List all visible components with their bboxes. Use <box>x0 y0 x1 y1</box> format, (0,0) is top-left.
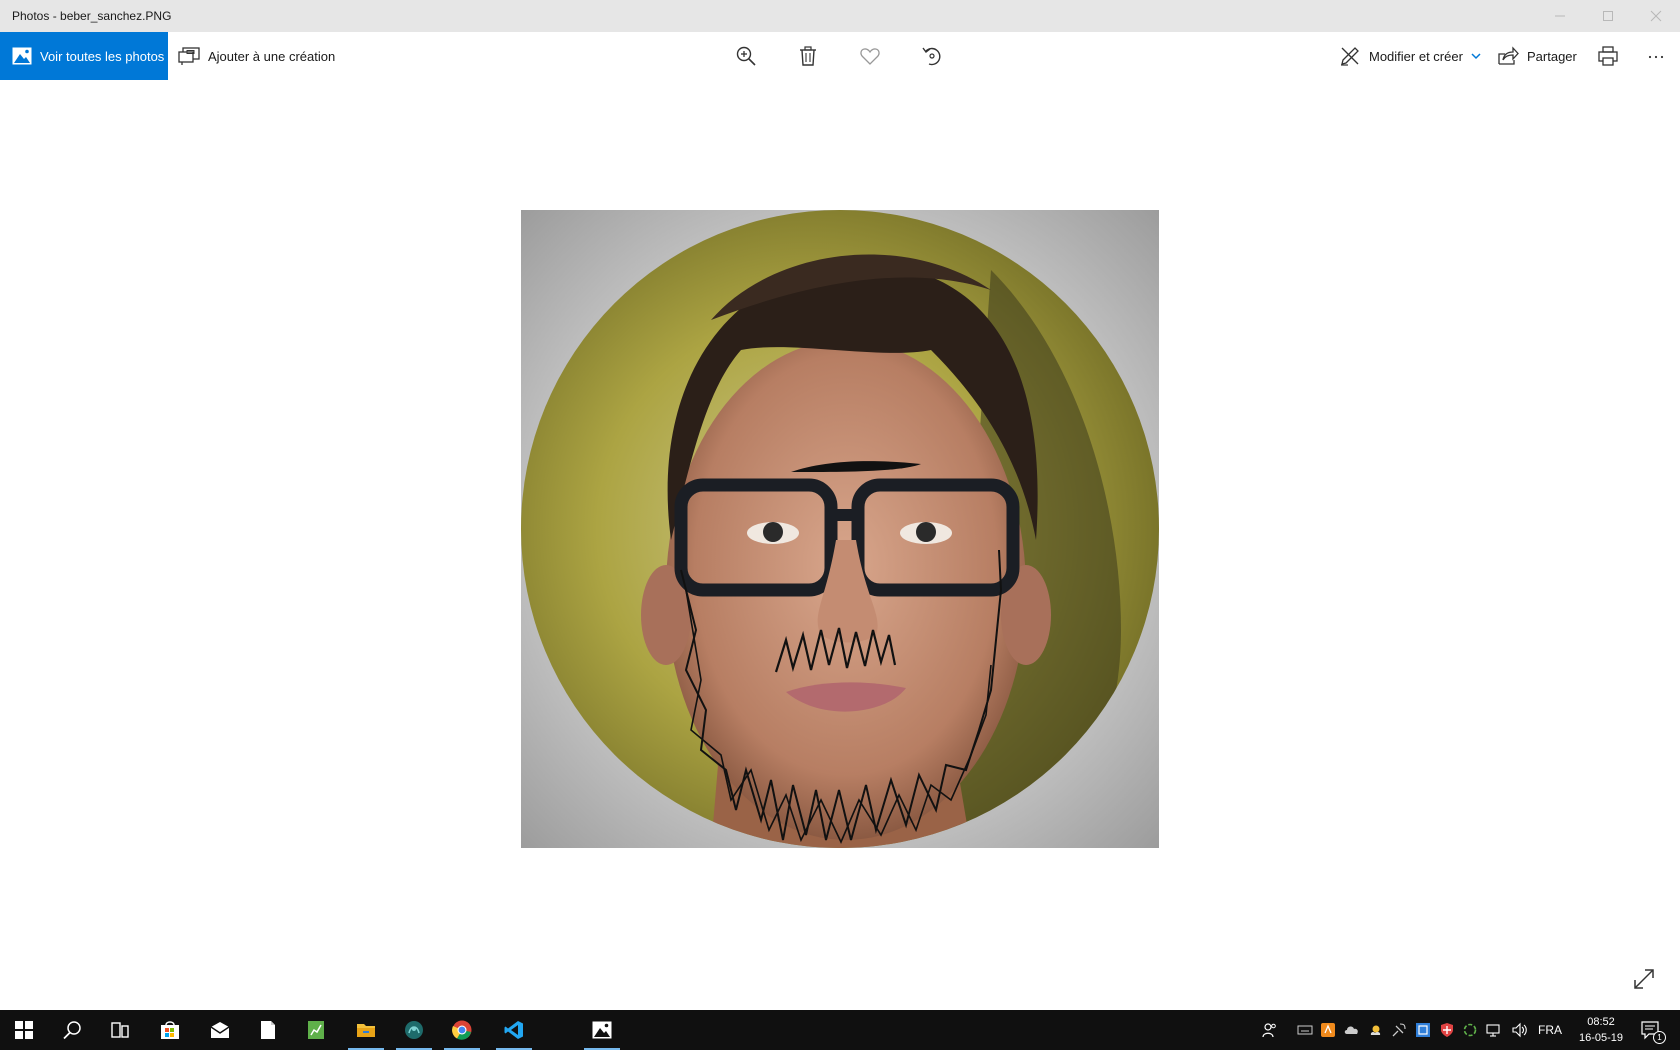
cloud-icon <box>1344 1026 1358 1034</box>
taskbar-vscode[interactable] <box>490 1010 538 1050</box>
start-icon <box>15 1021 33 1039</box>
zoom-button[interactable] <box>726 42 766 70</box>
add-to-creation-button[interactable]: Ajouter à une création <box>178 32 335 80</box>
command-bar: Voir toutes les photos Ajouter à une cré… <box>0 32 1680 80</box>
taskbar-spreadsheet[interactable] <box>292 1010 340 1050</box>
tray-keyboard[interactable] <box>1296 1021 1314 1039</box>
taskbar: FRA 08:52 16-05-19 1 <box>0 1010 1680 1050</box>
store-icon <box>161 1021 179 1039</box>
taskbar-chrome[interactable] <box>438 1010 486 1050</box>
tray-network-alt[interactable] <box>1390 1021 1408 1039</box>
printer-icon <box>1598 46 1618 66</box>
edit-pencil-icon <box>1341 47 1359 66</box>
tray-volume[interactable] <box>1511 1021 1529 1039</box>
network-icon <box>1486 1024 1500 1037</box>
view-all-photos-label: Voir toutes les photos <box>40 48 165 64</box>
photo-viewer-image[interactable] <box>521 210 1159 848</box>
photos-icon <box>592 1021 612 1039</box>
search-button[interactable] <box>48 1010 96 1050</box>
maximize-button[interactable] <box>1584 0 1632 32</box>
photo-gallery-icon <box>12 47 32 65</box>
chrome-icon <box>452 1020 472 1040</box>
minimize-icon <box>1555 15 1565 17</box>
weather-icon <box>1370 1025 1381 1035</box>
taskbar-mail[interactable] <box>196 1010 244 1050</box>
taskbar-app[interactable] <box>390 1010 438 1050</box>
rotate-icon <box>922 47 941 66</box>
share-label: Partager <box>1527 48 1577 64</box>
tray-app-orange[interactable] <box>1319 1021 1337 1039</box>
title-bar: Photos - beber_sanchez.PNG <box>0 0 1680 32</box>
search-icon <box>63 1021 81 1040</box>
fullscreen-expand-icon[interactable] <box>1631 966 1657 992</box>
share-button[interactable]: Partager <box>1497 32 1577 80</box>
shield-icon <box>1441 1023 1453 1037</box>
people-icon <box>1262 1023 1276 1038</box>
chevron-down-icon <box>1471 53 1481 60</box>
tray-sync[interactable] <box>1461 1021 1479 1039</box>
ellipsis-icon <box>1648 55 1664 59</box>
minimize-button[interactable] <box>1536 0 1584 32</box>
spreadsheet-icon <box>308 1021 324 1039</box>
edit-and-create-label: Modifier et créer <box>1369 48 1463 64</box>
satellite-icon <box>1392 1023 1406 1037</box>
action-center-button[interactable]: 1 <box>1636 1018 1666 1044</box>
orange-app-icon <box>1321 1023 1335 1037</box>
start-button[interactable] <box>0 1010 48 1050</box>
document-icon <box>261 1021 275 1039</box>
view-all-photos-button[interactable]: Voir toutes les photos <box>0 32 168 80</box>
notification-count-badge: 1 <box>1653 1031 1666 1044</box>
mail-icon <box>210 1022 230 1038</box>
input-language-indicator[interactable]: FRA <box>1538 1023 1562 1037</box>
window-title: Photos - beber_sanchez.PNG <box>12 9 172 23</box>
close-button[interactable] <box>1632 0 1680 32</box>
tray-blue-app[interactable] <box>1414 1021 1432 1039</box>
zoom-in-icon <box>736 46 756 66</box>
edit-and-create-menu[interactable]: Modifier et créer <box>1339 32 1481 80</box>
task-view-icon <box>111 1022 129 1038</box>
sync-icon <box>1463 1023 1477 1037</box>
speaker-icon <box>1512 1022 1527 1038</box>
tray-onedrive[interactable] <box>1343 1021 1361 1039</box>
clock-time: 08:52 <box>1587 1016 1615 1028</box>
close-icon <box>1650 10 1662 22</box>
tray-weather[interactable] <box>1367 1021 1385 1039</box>
blue-app-icon <box>1416 1023 1430 1037</box>
more-options-button[interactable] <box>1636 42 1676 70</box>
taskbar-store[interactable] <box>146 1010 194 1050</box>
portrait-photo <box>521 210 1159 848</box>
add-to-creation-icon <box>178 47 200 65</box>
taskbar-photos[interactable] <box>578 1010 626 1050</box>
system-clock[interactable]: 08:52 16-05-19 <box>1570 1014 1632 1046</box>
rotate-button[interactable] <box>912 42 952 70</box>
keyboard-icon <box>1297 1025 1313 1035</box>
share-icon <box>1498 46 1519 65</box>
vscode-icon <box>504 1021 523 1039</box>
delete-button[interactable] <box>788 42 828 70</box>
clock-date: 16-05-19 <box>1578 1032 1624 1044</box>
maximize-icon <box>1603 11 1613 21</box>
file-explorer-icon <box>357 1024 375 1037</box>
add-to-creation-label: Ajouter à une création <box>208 48 336 64</box>
taskbar-file-explorer[interactable] <box>342 1010 390 1050</box>
people-button[interactable] <box>1260 1021 1278 1039</box>
heart-icon <box>860 48 880 65</box>
tray-network[interactable] <box>1485 1021 1503 1039</box>
tray-security[interactable] <box>1438 1021 1456 1039</box>
taskbar-document[interactable] <box>244 1010 292 1050</box>
task-view-button[interactable] <box>96 1010 144 1050</box>
print-button[interactable] <box>1588 42 1628 70</box>
app-icon <box>405 1021 423 1039</box>
favorite-button[interactable] <box>850 42 890 70</box>
trash-icon <box>800 46 816 66</box>
